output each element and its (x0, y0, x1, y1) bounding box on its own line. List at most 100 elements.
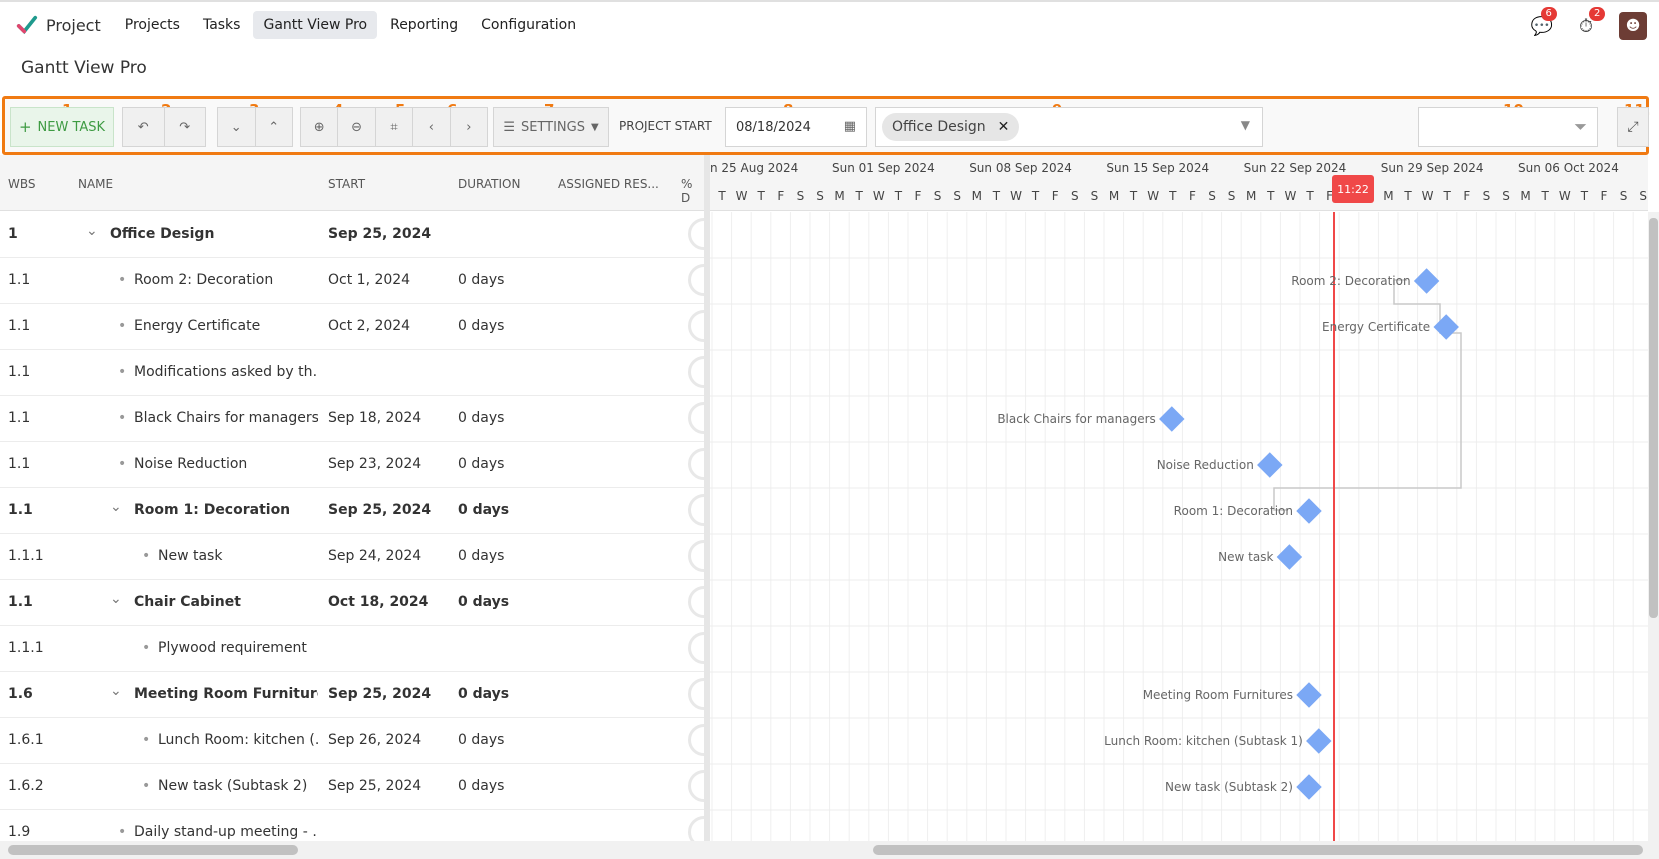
horizontal-scrollbar[interactable] (0, 841, 1659, 859)
prev-icon[interactable]: ‹ (413, 120, 449, 135)
project-start-value: 08/18/2024 (736, 119, 811, 135)
day-label: S (1070, 189, 1079, 203)
milestone-diamond[interactable] (1306, 728, 1332, 754)
collapse-all-icon[interactable]: ⌃ (256, 120, 293, 135)
cell-wbs: 1.1 (8, 364, 31, 380)
undo-redo-group: ↶ ↷ (122, 107, 206, 147)
redo-icon[interactable]: ↷ (165, 120, 206, 135)
progress-ring (688, 218, 704, 250)
progress-ring (688, 356, 704, 388)
table-row[interactable]: 1.1.1 • Plywood requirement (0, 626, 704, 672)
next-icon[interactable]: › (451, 120, 487, 135)
milestone-label: Room 1: Decoration (1174, 504, 1293, 518)
activities-button[interactable]: ⏱ 2 (1579, 6, 1606, 37)
col-name[interactable]: NAME (78, 177, 113, 191)
cell-start: Sep 25, 2024 (328, 226, 432, 242)
menu-tasks[interactable]: Tasks (193, 11, 251, 39)
grid-scroll-thumb[interactable] (8, 845, 298, 855)
table-row[interactable]: 1.1 ⌄ Room 1: Decoration Sep 25, 2024 0 days (0, 488, 704, 534)
table-row[interactable]: 1.9 • Daily stand-up meeting - … (0, 810, 704, 841)
col-percent[interactable]: % D (681, 177, 704, 205)
chevron-down-icon[interactable]: ⌄ (86, 223, 98, 239)
cell-wbs: 1.1 (8, 272, 31, 288)
table-row[interactable]: 1.6 ⌄ Meeting Room Furnitures Sep 25, 2024 0… (0, 672, 704, 718)
day-label: T (1443, 189, 1451, 203)
cell-wbs: 1.1.1 (8, 548, 44, 564)
filter-icon[interactable]: ⏷ (1574, 117, 1587, 137)
table-row[interactable]: 1.1 • Modifications asked by th… (0, 350, 704, 396)
day-label: T (718, 189, 726, 203)
menu-reporting[interactable]: Reporting (380, 11, 468, 39)
cell-name: Plywood requirement (158, 640, 307, 656)
day-label: T (1306, 189, 1314, 203)
milestone-label: Meeting Room Furnitures (1143, 688, 1293, 702)
undo-icon[interactable]: ↶ (123, 120, 164, 135)
day-label: T (1541, 189, 1549, 203)
filter-tag: Office Design ✕ (882, 113, 1020, 141)
progress-ring (688, 540, 704, 572)
day-label: M (1520, 189, 1531, 203)
app-name: Project (46, 15, 101, 35)
chart-scroll-thumb[interactable] (873, 845, 1643, 855)
col-duration[interactable]: DURATION (458, 177, 520, 191)
fit-icon[interactable]: ⌗ (376, 120, 412, 135)
settings-label: SETTINGS (520, 119, 585, 135)
menu-projects[interactable]: Projects (115, 11, 190, 39)
col-wbs[interactable]: WBS (8, 177, 36, 191)
zoom-out-icon[interactable]: ⊖ (338, 120, 374, 135)
table-row[interactable]: 1.6.1 • Lunch Room: kitchen (… Sep 26, 2024… (0, 718, 704, 764)
cell-start: Oct 18, 2024 (328, 594, 429, 610)
bullet-icon: • (118, 410, 127, 426)
chevron-down-icon[interactable]: ⌄ (110, 591, 122, 607)
calendar-icon[interactable]: ▦ (844, 119, 856, 134)
expand-all-icon[interactable]: ⌄ (218, 120, 255, 135)
milestone-label: Black Chairs for managers (997, 412, 1155, 426)
day-label: M (1383, 189, 1394, 203)
table-row[interactable]: 1 ⌄ Office Design Sep 25, 2024 (0, 212, 704, 258)
day-label: M (1246, 189, 1257, 203)
cell-start: Oct 2, 2024 (328, 318, 411, 334)
fullscreen-button[interactable]: ⤢ (1617, 107, 1649, 147)
col-assigned[interactable]: ASSIGNED RES... (558, 177, 659, 191)
app-brand[interactable]: Project (16, 14, 101, 36)
checkmark-logo-icon (16, 15, 38, 35)
menu-gantt-view-pro[interactable]: Gantt View Pro (253, 11, 378, 39)
day-label: W (1284, 189, 1297, 203)
table-row[interactable]: 1.1 • Black Chairs for managers Sep 18, 202… (0, 396, 704, 442)
vertical-scrollbar[interactable] (1648, 212, 1659, 841)
settings-button[interactable]: ☰ SETTINGS ▼ (493, 107, 609, 147)
table-row[interactable]: 1.1 • Energy Certificate Oct 2, 2024 0 days (0, 304, 704, 350)
table-row[interactable]: 1.6.2 • New task (Subtask 2) Sep 25, 2024 0 … (0, 764, 704, 810)
table-row[interactable]: 1.1 • Noise Reduction Sep 23, 2024 0 days (0, 442, 704, 488)
user-avatar[interactable]: ☻ (1619, 12, 1647, 40)
vertical-scroll-thumb[interactable] (1649, 218, 1658, 618)
bullet-icon: • (142, 640, 151, 656)
close-icon[interactable]: ✕ (998, 119, 1010, 135)
day-label: F (914, 189, 922, 203)
project-filter-select[interactable]: Office Design ✕ ▼ (875, 107, 1263, 147)
dependency-link (1273, 280, 1462, 511)
day-label: W (1421, 189, 1434, 203)
project-start-input[interactable]: 08/18/2024 ▦ (725, 107, 867, 147)
day-label: T (1129, 189, 1138, 203)
menu-configuration[interactable]: Configuration (471, 11, 586, 39)
messages-badge: 6 (1540, 6, 1557, 21)
new-task-button[interactable]: + NEW TASK (10, 107, 114, 147)
chevron-down-icon[interactable]: ⌄ (110, 683, 122, 699)
cell-name: Chair Cabinet (134, 594, 241, 610)
zoom-in-icon[interactable]: ⊕ (301, 120, 337, 135)
cell-duration: 0 days (458, 456, 505, 472)
table-row[interactable]: 1.1 • Room 2: Decoration Oct 1, 2024 0 days (0, 258, 704, 304)
table-row[interactable]: 1.1 ⌄ Chair Cabinet Oct 18, 2024 0 days (0, 580, 704, 626)
day-label: S (1502, 189, 1510, 203)
day-label: W (1010, 189, 1022, 203)
chevron-down-icon[interactable]: ⌄ (110, 499, 122, 515)
chevron-down-icon[interactable]: ▼ (1241, 118, 1250, 132)
messages-button[interactable]: 💬 6 (1531, 6, 1557, 37)
day-label: T (1404, 189, 1412, 203)
week-label: Sun 06 Oct 2024 (1518, 161, 1619, 175)
search-filter-input[interactable]: ⏷ (1418, 107, 1598, 147)
table-row[interactable]: 1.1.1 • New task Sep 24, 2024 0 days (0, 534, 704, 580)
col-start[interactable]: START (328, 177, 365, 191)
day-label: F (1463, 189, 1471, 203)
